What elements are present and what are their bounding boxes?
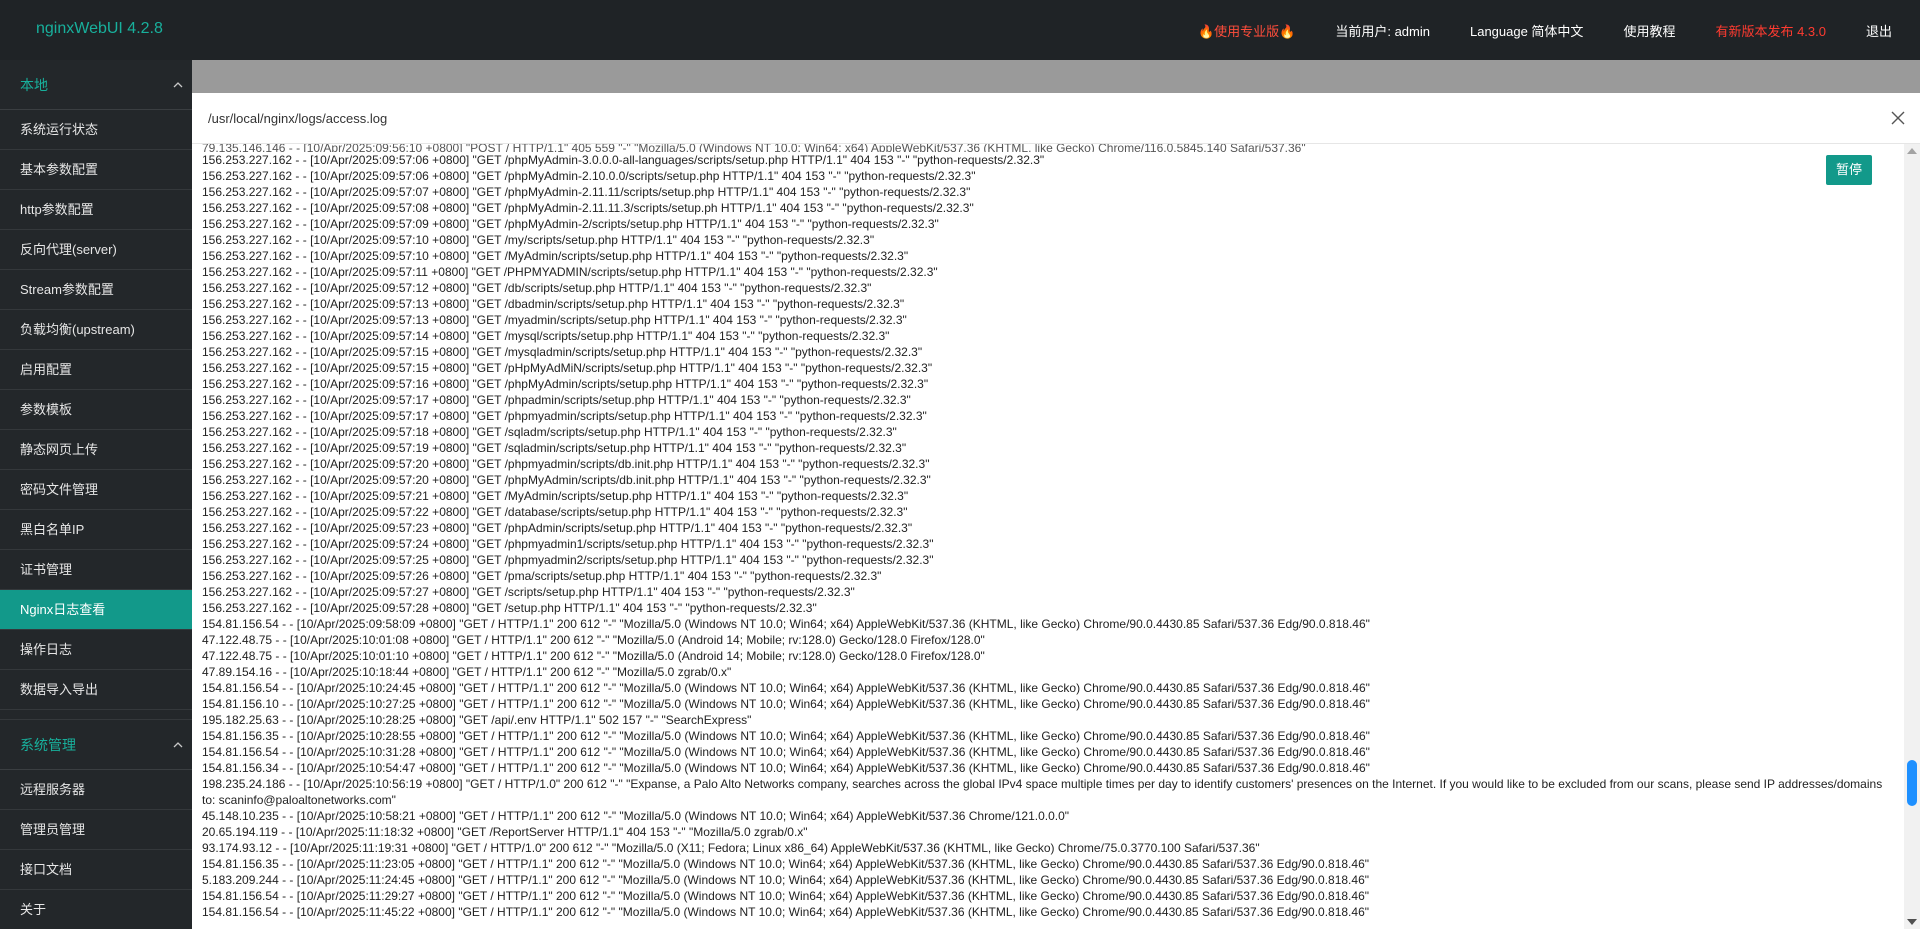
sidebar-item-system-status[interactable]: 系统运行状态 <box>0 110 192 150</box>
log-line: 156.253.227.162 - - [10/Apr/2025:09:57:2… <box>202 505 908 519</box>
log-line: 154.81.156.34 - - [10/Apr/2025:10:54:47 … <box>202 761 1370 775</box>
log-line: 156.253.227.162 - - [10/Apr/2025:09:57:1… <box>202 345 923 359</box>
sidebar-group-system[interactable]: 系统管理 <box>0 720 192 770</box>
log-line: 156.253.227.162 - - [10/Apr/2025:09:57:2… <box>202 537 934 551</box>
log-line: 195.182.25.63 - - [10/Apr/2025:10:28:25 … <box>202 713 752 727</box>
log-line: 154.81.156.10 - - [10/Apr/2025:10:27:25 … <box>202 697 1370 711</box>
log-line: 20.65.194.119 - - [10/Apr/2025:11:18:32 … <box>202 825 808 839</box>
sidebar: 本地 系统运行状态 基本参数配置 http参数配置 反向代理(server) S… <box>0 60 192 929</box>
log-line: 156.253.227.162 - - [10/Apr/2025:09:57:2… <box>202 457 930 471</box>
close-icon[interactable] <box>1890 110 1906 126</box>
sidebar-item-password-files[interactable]: 密码文件管理 <box>0 470 192 510</box>
top-header: nginxWebUI 4.2.8 🔥使用专业版🔥 当前用户: admin Lan… <box>0 0 1920 60</box>
tutorial-link[interactable]: 使用教程 <box>1623 21 1675 40</box>
log-line: 154.81.156.54 - - [10/Apr/2025:11:29:27 … <box>202 889 1369 903</box>
log-line: 156.253.227.162 - - [10/Apr/2025:09:57:1… <box>202 265 938 279</box>
sidebar-item-about[interactable]: 关于 <box>0 890 192 929</box>
log-line: 156.253.227.162 - - [10/Apr/2025:09:57:0… <box>202 201 974 215</box>
log-line: 156.253.227.162 - - [10/Apr/2025:09:57:2… <box>202 489 909 503</box>
log-line: 154.81.156.54 - - [10/Apr/2025:11:45:22 … <box>202 905 1369 919</box>
log-viewer-modal: /usr/local/nginx/logs/access.log 79.135.… <box>192 93 1920 929</box>
log-line: 156.253.227.162 - - [10/Apr/2025:09:57:2… <box>202 569 882 583</box>
sidebar-item-param-template[interactable]: 参数模板 <box>0 390 192 430</box>
sidebar-item-certificates[interactable]: 证书管理 <box>0 550 192 590</box>
log-line: 156.253.227.162 - - [10/Apr/2025:09:57:0… <box>202 153 1045 167</box>
log-line: 154.81.156.54 - - [10/Apr/2025:10:31:28 … <box>202 745 1370 759</box>
log-line: 156.253.227.162 - - [10/Apr/2025:09:57:2… <box>202 585 855 599</box>
sidebar-item-reverse-proxy[interactable]: 反向代理(server) <box>0 230 192 270</box>
log-line: 156.253.227.162 - - [10/Apr/2025:09:57:2… <box>202 601 817 615</box>
sidebar-item-api-docs[interactable]: 接口文档 <box>0 850 192 890</box>
sidebar-item-basic-params[interactable]: 基本参数配置 <box>0 150 192 190</box>
sidebar-item-stream-params[interactable]: Stream参数配置 <box>0 270 192 310</box>
app-logo[interactable]: nginxWebUI 4.2.8 <box>36 0 163 58</box>
log-line: 154.81.156.54 - - [10/Apr/2025:09:58:09 … <box>202 617 1370 631</box>
log-file-path: /usr/local/nginx/logs/access.log <box>208 111 388 126</box>
log-line: 156.253.227.162 - - [10/Apr/2025:09:57:2… <box>202 521 913 535</box>
log-line: 156.253.227.162 - - [10/Apr/2025:09:57:1… <box>202 313 907 327</box>
log-line: 156.253.227.162 - - [10/Apr/2025:09:57:1… <box>202 425 897 439</box>
log-line: 156.253.227.162 - - [10/Apr/2025:09:57:1… <box>202 409 927 423</box>
log-line: 47.122.48.75 - - [10/Apr/2025:10:01:08 +… <box>202 633 985 647</box>
log-line: 156.253.227.162 - - [10/Apr/2025:09:57:0… <box>202 185 971 199</box>
sidebar-item-admin-management[interactable]: 管理员管理 <box>0 810 192 850</box>
log-line: 156.253.227.162 - - [10/Apr/2025:09:57:0… <box>202 169 976 183</box>
chevron-up-icon <box>173 742 183 748</box>
log-line: 154.81.156.54 - - [10/Apr/2025:10:24:45 … <box>202 681 1370 695</box>
log-line: 5.183.209.244 - - [10/Apr/2025:11:24:45 … <box>202 873 1369 887</box>
log-line: 156.253.227.162 - - [10/Apr/2025:09:57:0… <box>202 217 939 231</box>
modal-header: /usr/local/nginx/logs/access.log <box>192 93 1920 144</box>
scroll-down-arrow-icon[interactable] <box>1907 919 1917 925</box>
log-line: 154.81.156.35 - - [10/Apr/2025:11:23:05 … <box>202 857 1369 871</box>
sidebar-item-import-export[interactable]: 数据导入导出 <box>0 670 192 710</box>
log-line: 156.253.227.162 - - [10/Apr/2025:09:57:1… <box>202 329 890 343</box>
sidebar-item-http-params[interactable]: http参数配置 <box>0 190 192 230</box>
log-line: 156.253.227.162 - - [10/Apr/2025:09:57:1… <box>202 441 907 455</box>
log-line: 156.253.227.162 - - [10/Apr/2025:09:57:2… <box>202 473 931 487</box>
log-line: 154.81.156.35 - - [10/Apr/2025:10:28:55 … <box>202 729 1370 743</box>
current-user: 当前用户: admin <box>1335 23 1430 39</box>
log-scrollbar[interactable] <box>1904 144 1920 929</box>
logout-link[interactable]: 退出 <box>1866 21 1892 40</box>
log-line: 156.253.227.162 - - [10/Apr/2025:09:57:1… <box>202 281 872 295</box>
chevron-up-icon <box>173 82 183 88</box>
sidebar-item-remote-servers[interactable]: 远程服务器 <box>0 770 192 810</box>
log-line: 156.253.227.162 - - [10/Apr/2025:09:57:1… <box>202 393 911 407</box>
log-line-partial: 79.135.146.146 - - [10/Apr/2025:09:56:10… <box>202 144 1306 152</box>
sidebar-group-label: 本地 <box>20 77 48 93</box>
language-selector[interactable]: Language 简体中文 <box>1470 21 1583 40</box>
sidebar-item-nginx-logs[interactable]: Nginx日志查看 <box>0 590 192 630</box>
log-line: 156.253.227.162 - - [10/Apr/2025:09:57:1… <box>202 361 933 375</box>
sidebar-divider <box>0 710 192 720</box>
pause-button[interactable]: 暂停 <box>1826 155 1872 185</box>
sidebar-item-static-upload[interactable]: 静态网页上传 <box>0 430 192 470</box>
sidebar-group-local[interactable]: 本地 <box>0 60 192 110</box>
log-line: 156.253.227.162 - - [10/Apr/2025:09:57:1… <box>202 297 905 311</box>
scroll-up-arrow-icon[interactable] <box>1907 148 1917 154</box>
log-line: 45.148.10.235 - - [10/Apr/2025:10:58:21 … <box>202 809 1070 823</box>
new-version-link[interactable]: 有新版本发布 4.3.0 <box>1715 21 1826 40</box>
log-line: 156.253.227.162 - - [10/Apr/2025:09:57:1… <box>202 233 875 247</box>
pro-version-link[interactable]: 🔥使用专业版🔥 <box>1198 21 1295 40</box>
log-content[interactable]: 79.135.146.146 - - [10/Apr/2025:09:56:10… <box>192 144 1904 929</box>
header-nav: 🔥使用专业版🔥 当前用户: admin Language 简体中文 使用教程 有… <box>1198 0 1920 60</box>
log-line: 198.235.24.186 - - [10/Apr/2025:10:56:19… <box>202 777 1883 807</box>
log-line: 156.253.227.162 - - [10/Apr/2025:09:57:1… <box>202 249 909 263</box>
log-line: 93.174.93.12 - - [10/Apr/2025:11:19:31 +… <box>202 841 1260 855</box>
log-line: 156.253.227.162 - - [10/Apr/2025:09:57:1… <box>202 377 929 391</box>
sidebar-group-label: 系统管理 <box>20 737 76 753</box>
sidebar-item-ip-lists[interactable]: 黑白名单IP <box>0 510 192 550</box>
sidebar-item-operation-logs[interactable]: 操作日志 <box>0 630 192 670</box>
log-line: 47.122.48.75 - - [10/Apr/2025:10:01:10 +… <box>202 649 985 663</box>
sidebar-item-apply-config[interactable]: 启用配置 <box>0 350 192 390</box>
log-line: 47.89.154.16 - - [10/Apr/2025:10:18:44 +… <box>202 665 732 679</box>
sidebar-item-upstream[interactable]: 负载均衡(upstream) <box>0 310 192 350</box>
scroll-thumb[interactable] <box>1907 760 1917 806</box>
log-line: 156.253.227.162 - - [10/Apr/2025:09:57:2… <box>202 553 934 567</box>
